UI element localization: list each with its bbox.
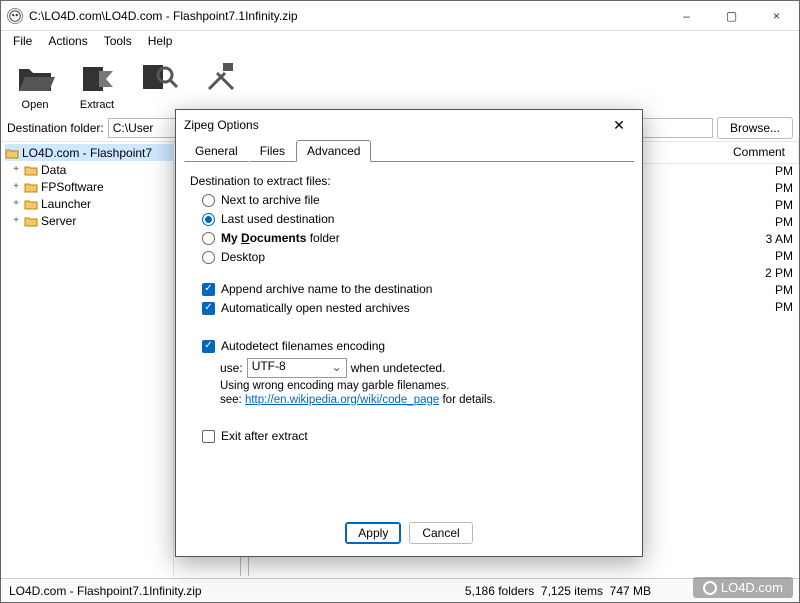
col-comment[interactable]: Comment	[727, 142, 799, 163]
menu-tools[interactable]: Tools	[96, 32, 140, 50]
checkbox-icon	[202, 430, 215, 443]
when-undetected-label: when undetected.	[351, 361, 446, 375]
destination-label: Destination folder:	[7, 121, 104, 135]
open-folder-icon	[5, 147, 19, 159]
maximize-button[interactable]: ▢	[709, 1, 754, 31]
dialog-tabs: General Files Advanced	[176, 140, 642, 162]
toolbar-extract-label: Extract	[69, 99, 125, 111]
expander-icon[interactable]: +	[11, 198, 21, 209]
toolbar-open[interactable]: Open	[7, 57, 63, 111]
tree-root-label: LO4D.com - Flashpoint7	[22, 146, 152, 160]
destination-section-label: Destination to extract files:	[190, 174, 628, 188]
encoding-row: use: UTF-8 when undetected.	[220, 358, 628, 378]
close-button[interactable]: ×	[754, 1, 799, 31]
folder-icon	[24, 215, 38, 227]
tools-icon	[201, 57, 241, 97]
dialog-buttons: Apply Cancel	[176, 514, 642, 556]
check-autodetect[interactable]: Autodetect filenames encoding	[202, 339, 628, 353]
radio-my-documents[interactable]: My Documents folder	[202, 231, 628, 245]
minimize-button[interactable]: –	[664, 1, 709, 31]
options-dialog: Zipeg Options ✕ General Files Advanced D…	[175, 109, 643, 557]
menu-file[interactable]: File	[5, 32, 40, 50]
window-title: C:\LO4D.com\LO4D.com - Flashpoint7.1Infi…	[29, 9, 664, 23]
toolbar-open-label: Open	[7, 99, 63, 111]
dialog-titlebar: Zipeg Options ✕	[176, 110, 642, 140]
dialog-body: Destination to extract files: Next to ar…	[176, 162, 642, 514]
radio-icon	[202, 251, 215, 264]
tab-general[interactable]: General	[184, 140, 249, 162]
toolbar-settings[interactable]	[193, 57, 249, 111]
code-page-link[interactable]: http://en.wikipedia.org/wiki/code_page	[245, 394, 439, 406]
radio-icon	[202, 194, 215, 207]
encoding-select[interactable]: UTF-8	[247, 358, 347, 378]
search-icon	[139, 57, 179, 97]
dialog-title: Zipeg Options	[184, 118, 604, 132]
encoding-note-1: Using wrong encoding may garble filename…	[220, 380, 628, 392]
tab-files[interactable]: Files	[249, 140, 296, 162]
tree-item-fpsoftware[interactable]: + FPSoftware	[5, 178, 173, 195]
expander-icon[interactable]: +	[11, 164, 21, 175]
tree-item-server[interactable]: + Server	[5, 212, 173, 229]
toolbar: Open Extract	[1, 51, 799, 115]
check-append-name[interactable]: Append archive name to the destination	[202, 282, 628, 296]
tab-advanced[interactable]: Advanced	[296, 140, 371, 162]
status-filename: LO4D.com - Flashpoint7.1Infinity.zip	[9, 584, 202, 598]
radio-last-used[interactable]: Last used destination	[202, 212, 628, 226]
checkbox-icon	[202, 302, 215, 315]
status-size: 747 MB	[610, 584, 651, 598]
status-items: 7,125 items	[541, 584, 603, 598]
statusbar: LO4D.com - Flashpoint7.1Infinity.zip 5,1…	[1, 578, 799, 602]
radio-icon	[202, 213, 215, 226]
status-folders: 5,186 folders	[465, 584, 534, 598]
folder-icon	[24, 181, 38, 193]
folder-icon	[24, 164, 38, 176]
toolbar-search[interactable]	[131, 57, 187, 111]
globe-icon	[703, 581, 717, 595]
apply-button[interactable]: Apply	[345, 522, 401, 544]
extract-icon	[77, 57, 117, 97]
checkbox-icon	[202, 340, 215, 353]
app-icon	[7, 8, 23, 24]
use-label: use:	[220, 361, 243, 375]
menubar: File Actions Tools Help	[1, 31, 799, 51]
radio-icon	[202, 232, 215, 245]
expander-icon[interactable]: +	[11, 215, 21, 226]
folder-icon	[24, 198, 38, 210]
radio-next-to-archive[interactable]: Next to archive file	[202, 193, 628, 207]
splitter-handle[interactable]	[240, 556, 249, 576]
tree-item-launcher[interactable]: + Launcher	[5, 195, 173, 212]
menu-help[interactable]: Help	[140, 32, 181, 50]
radio-desktop[interactable]: Desktop	[202, 250, 628, 264]
cancel-button[interactable]: Cancel	[409, 522, 472, 544]
tree-root[interactable]: LO4D.com - Flashpoint7	[5, 144, 173, 161]
browse-button[interactable]: Browse...	[717, 117, 793, 139]
titlebar: C:\LO4D.com\LO4D.com - Flashpoint7.1Infi…	[1, 1, 799, 31]
folder-tree[interactable]: LO4D.com - Flashpoint7 + Data + FPSoftwa…	[1, 141, 173, 576]
checkbox-icon	[202, 283, 215, 296]
toolbar-extract[interactable]: Extract	[69, 57, 125, 111]
open-folder-icon	[15, 57, 55, 97]
encoding-note-2: see: http://en.wikipedia.org/wiki/code_p…	[220, 394, 628, 406]
check-exit-after[interactable]: Exit after extract	[202, 429, 628, 443]
watermark: LO4D.com	[693, 577, 793, 598]
expander-icon[interactable]: +	[11, 181, 21, 192]
tree-item-data[interactable]: + Data	[5, 161, 173, 178]
menu-actions[interactable]: Actions	[40, 32, 95, 50]
dialog-close-button[interactable]: ✕	[604, 112, 634, 138]
check-open-nested[interactable]: Automatically open nested archives	[202, 301, 628, 315]
